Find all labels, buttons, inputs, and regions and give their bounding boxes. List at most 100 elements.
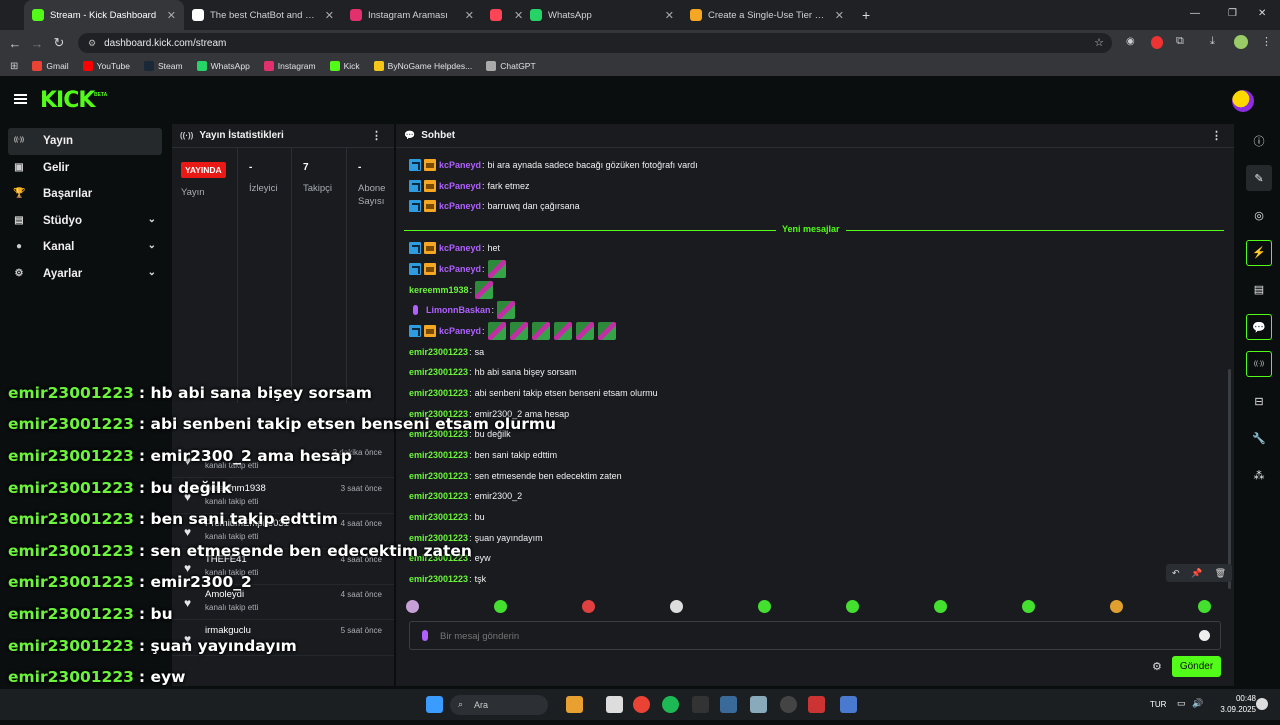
chat-username[interactable]: kcPaneyd xyxy=(439,264,481,274)
kick-logo[interactable]: KICK xyxy=(40,88,95,113)
spotify-icon[interactable] xyxy=(662,696,679,713)
shield-icon[interactable] xyxy=(840,696,857,713)
sidebar-item-başarılar[interactable]: 🏆 Başarılar xyxy=(8,181,162,208)
bookmark-item[interactable]: YouTube xyxy=(82,61,130,71)
menu-icon[interactable]: ⋮ xyxy=(1261,35,1272,48)
bookmark-item[interactable]: ChatGPT xyxy=(486,61,536,71)
pin-icon[interactable]: 📌 xyxy=(1191,568,1202,579)
extensions-icon[interactable]: ⧉ xyxy=(1176,35,1184,48)
download-icon[interactable]: ⤓ xyxy=(1210,35,1215,48)
profile-icon[interactable] xyxy=(1234,35,1248,49)
new-tab-icon[interactable]: + xyxy=(862,7,870,23)
browser-tab[interactable]: The best ChatBot and Widgets ✕ xyxy=(184,0,342,30)
quick-emote-icon[interactable] xyxy=(1110,600,1123,613)
user-avatar[interactable] xyxy=(1232,90,1254,112)
epic-games-icon[interactable] xyxy=(692,696,709,713)
quick-emote-icon[interactable] xyxy=(670,600,683,613)
chat-username[interactable]: kereemm1938 xyxy=(409,285,469,295)
browser-tab[interactable]: Instagram Araması ✕ xyxy=(342,0,482,30)
chat-icon[interactable]: 💬 xyxy=(1246,314,1272,340)
taskbar-app-icon[interactable] xyxy=(808,696,825,713)
site-info-icon[interactable]: ⚙ xyxy=(88,38,96,49)
browser-tab[interactable]: ✕ xyxy=(482,0,523,30)
sidebar-item-ayarlar[interactable]: ⚙ Ayarlar ⌄ xyxy=(8,261,162,288)
reload-icon[interactable]: ↻ xyxy=(48,35,70,51)
bolt-icon[interactable]: ⚡ xyxy=(1246,239,1272,266)
forward-icon[interactable]: → xyxy=(26,36,48,51)
maximize-icon[interactable]: ❐ xyxy=(1228,8,1237,19)
sidebar-item-stüdyo[interactable]: ▤ Stüdyo ⌄ xyxy=(8,208,162,235)
taskbar-clock[interactable]: 00:48 3.09.2025 xyxy=(1220,693,1256,715)
bookmark-item[interactable]: WhatsApp xyxy=(196,61,250,71)
apps-grid-icon[interactable]: ⊞ xyxy=(10,61,18,72)
minimize-icon[interactable]: — xyxy=(1190,8,1200,19)
chat-username[interactable]: kcPaneyd xyxy=(439,201,481,211)
emoji-picker-icon[interactable] xyxy=(1199,630,1210,641)
browser-tab[interactable]: Stream - Kick Dashboard ✕ xyxy=(24,0,184,30)
chat-username[interactable]: kcPaneyd xyxy=(439,243,481,253)
wrench-icon[interactable]: 🔧 xyxy=(1246,426,1272,452)
windows-start-icon[interactable] xyxy=(426,696,443,713)
share-icon[interactable]: ⁂ xyxy=(1246,463,1272,489)
sidebar-item-yayın[interactable]: ((·)) Yayın xyxy=(8,128,162,155)
close-tab-icon[interactable]: ✕ xyxy=(167,9,176,22)
menu-hamburger-icon[interactable] xyxy=(14,94,27,104)
close-tab-icon[interactable]: ✕ xyxy=(325,9,334,22)
taskbar-search[interactable]: ⌕ Ara xyxy=(450,695,548,715)
browser-tab[interactable]: Create a Single-Use Tier List (P... ✕ xyxy=(682,0,852,30)
close-tab-icon[interactable]: ✕ xyxy=(665,9,674,22)
chat-username[interactable]: LimonnBaskan xyxy=(426,305,491,315)
bookmark-item[interactable]: Instagram xyxy=(263,61,316,71)
quick-emote-icon[interactable] xyxy=(934,600,947,613)
chat-input-box[interactable] xyxy=(409,621,1221,650)
close-window-icon[interactable]: ✕ xyxy=(1258,8,1266,19)
bookmark-item[interactable]: Kick xyxy=(329,61,360,71)
taskbar-app-icon[interactable] xyxy=(750,696,767,713)
notification-icon[interactable] xyxy=(1256,698,1268,710)
incognito-icon[interactable]: ◉ xyxy=(1126,36,1135,47)
document-icon[interactable]: ▤ xyxy=(1246,277,1272,303)
chat-username[interactable]: kcPaneyd xyxy=(439,326,481,336)
bookmark-star-icon[interactable]: ☆ xyxy=(1094,36,1104,49)
volume-icon[interactable]: 🔊 xyxy=(1192,698,1203,709)
close-tab-icon[interactable]: ✕ xyxy=(465,9,474,22)
reply-icon[interactable]: ↶ xyxy=(1172,568,1180,579)
quick-emote-icon[interactable] xyxy=(846,600,859,613)
broadcast-icon[interactable]: ((·)) xyxy=(1246,351,1272,378)
chat-scrollbar[interactable] xyxy=(1228,369,1231,589)
chat-menu-icon[interactable]: ⋮ xyxy=(1211,129,1222,142)
chat-username[interactable]: emir23001223 xyxy=(409,347,468,357)
chat-message-input[interactable] xyxy=(440,627,1180,645)
chat-username[interactable]: kcPaneyd xyxy=(439,160,481,170)
network-icon[interactable]: ▭ xyxy=(1177,698,1186,709)
address-bar[interactable]: ⚙ dashboard.kick.com/stream ☆ xyxy=(78,33,1112,53)
chat-username[interactable]: emir23001223 xyxy=(409,367,468,377)
send-button[interactable]: Gönder xyxy=(1172,656,1221,677)
browser-tab[interactable]: WhatsApp ✕ xyxy=(522,0,682,30)
obs-icon[interactable] xyxy=(780,696,797,713)
taskbar-app-icon[interactable] xyxy=(566,696,583,713)
bookmark-item[interactable]: ByNoGame Helpdes... xyxy=(373,61,472,71)
stats-menu-icon[interactable]: ⋮ xyxy=(371,129,382,142)
info-icon[interactable]: ⓘ xyxy=(1246,128,1272,154)
chat-settings-gear-icon[interactable]: ⚙ xyxy=(1152,660,1162,673)
close-tab-icon[interactable]: ✕ xyxy=(835,9,844,22)
layers-icon[interactable]: ⊟ xyxy=(1246,388,1272,414)
quick-emote-icon[interactable] xyxy=(582,600,595,613)
chat-username[interactable]: kcPaneyd xyxy=(439,181,481,191)
bookmark-item[interactable]: Steam xyxy=(144,61,183,71)
quick-emote-icon[interactable] xyxy=(1198,600,1211,613)
bookmark-item[interactable]: Gmail xyxy=(32,61,69,71)
steam-icon[interactable] xyxy=(720,696,737,713)
sidebar-item-gelir[interactable]: ▣ Gelir xyxy=(8,155,162,182)
taskbar-lang[interactable]: TUR xyxy=(1150,700,1166,709)
delete-icon[interactable]: 🗑 xyxy=(1215,568,1226,579)
camera-icon[interactable]: ◎ xyxy=(1246,202,1272,228)
pencil-icon[interactable]: ✎ xyxy=(1246,165,1272,192)
quick-emote-icon[interactable] xyxy=(758,600,771,613)
chrome-icon[interactable] xyxy=(633,696,650,713)
file-explorer-icon[interactable] xyxy=(606,696,623,713)
back-icon[interactable]: ← xyxy=(4,36,26,51)
sidebar-item-kanal[interactable]: ● Kanal ⌄ xyxy=(8,234,162,261)
quick-emote-icon[interactable] xyxy=(1022,600,1035,613)
